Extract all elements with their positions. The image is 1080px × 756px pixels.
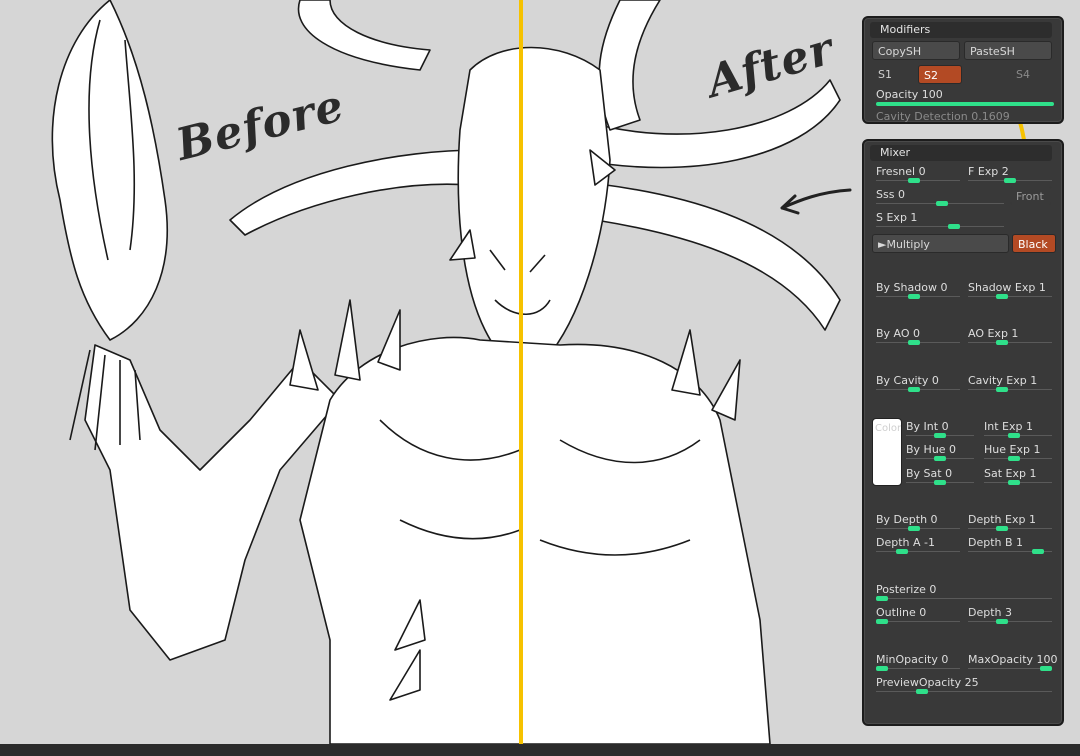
opacity-label: Opacity 100 — [876, 88, 943, 101]
min-opacity-label: MinOpacity 0 — [876, 653, 949, 666]
before-after-divider[interactable] — [519, 0, 523, 756]
ao-exp-slider[interactable]: AO Exp 1 — [968, 327, 1052, 345]
by-ao-slider[interactable]: By AO 0 — [876, 327, 960, 345]
copysh-button[interactable]: CopySH — [872, 41, 960, 60]
pointer-arrow-icon — [780, 188, 852, 215]
by-cavity-slider[interactable]: By Cavity 0 — [876, 374, 960, 392]
by-sat-slider[interactable]: By Sat 0 — [906, 467, 974, 485]
color-swatch-label: Color — [875, 423, 902, 434]
by-depth-label: By Depth 0 — [876, 513, 938, 526]
by-hue-slider[interactable]: By Hue 0 — [906, 443, 974, 461]
preview-opacity-label: PreviewOpacity 25 — [876, 676, 979, 689]
sat-exp-slider[interactable]: Sat Exp 1 — [984, 467, 1052, 485]
cavity-exp-label: Cavity Exp 1 — [968, 374, 1038, 387]
blend-mode-dropdown[interactable]: ►Multiply — [872, 234, 1009, 253]
hue-exp-slider[interactable]: Hue Exp 1 — [984, 443, 1052, 461]
mixer-title: Mixer — [870, 145, 1052, 161]
by-hue-label: By Hue 0 — [906, 443, 957, 456]
color-swatch[interactable]: Color — [872, 418, 902, 486]
pastesh-button[interactable]: PasteSH — [964, 41, 1052, 60]
min-opacity-slider[interactable]: MinOpacity 0 — [876, 653, 960, 671]
depth-b-label: Depth B 1 — [968, 536, 1024, 549]
fresnel-label: Fresnel 0 — [876, 165, 926, 178]
black-color-button[interactable]: Black — [1012, 234, 1056, 253]
shadow-exp-slider[interactable]: Shadow Exp 1 — [968, 281, 1052, 299]
posterize-label: Posterize 0 — [876, 583, 937, 596]
hue-exp-label: Hue Exp 1 — [984, 443, 1041, 456]
by-cavity-label: By Cavity 0 — [876, 374, 939, 387]
s-exp-label: S Exp 1 — [876, 211, 918, 224]
max-opacity-slider[interactable]: MaxOpacity 100 — [968, 653, 1058, 671]
depth-exp-slider[interactable]: Depth Exp 1 — [968, 513, 1052, 531]
opacity-fill — [876, 102, 1054, 106]
cavity-exp-slider[interactable]: Cavity Exp 1 — [968, 374, 1052, 392]
depth-slider[interactable]: Depth 3 — [968, 606, 1052, 624]
s2-slot[interactable]: S2 — [918, 65, 962, 84]
preview-opacity-slider[interactable]: PreviewOpacity 25 — [876, 676, 1052, 694]
cavity-detection-label: Cavity Detection 0.1609 — [876, 110, 1010, 123]
front-button[interactable]: Front — [1010, 186, 1052, 205]
f-exp-label: F Exp 2 — [968, 165, 1009, 178]
depth-b-slider[interactable]: Depth B 1 — [968, 536, 1052, 554]
by-sat-label: By Sat 0 — [906, 467, 953, 480]
bottom-bar — [0, 744, 1080, 756]
sat-exp-label: Sat Exp 1 — [984, 467, 1037, 480]
int-exp-slider[interactable]: Int Exp 1 — [984, 420, 1052, 438]
depth-label: Depth 3 — [968, 606, 1012, 619]
modifiers-panel: Modifiers CopySH PasteSH S1 S2 S4 Opacit… — [862, 16, 1064, 124]
s1-slot[interactable]: S1 — [878, 68, 892, 81]
sss-label: Sss 0 — [876, 188, 905, 201]
outline-label: Outline 0 — [876, 606, 927, 619]
depth-exp-label: Depth Exp 1 — [968, 513, 1036, 526]
shadow-exp-label: Shadow Exp 1 — [968, 281, 1046, 294]
depth-a-slider[interactable]: Depth A -1 — [876, 536, 960, 554]
posterize-slider[interactable]: Posterize 0 — [876, 583, 1052, 601]
s4-slot[interactable]: S4 — [1016, 68, 1030, 81]
int-exp-label: Int Exp 1 — [984, 420, 1033, 433]
ao-exp-label: AO Exp 1 — [968, 327, 1019, 340]
cavity-detection-slider[interactable]: Cavity Detection 0.1609 — [876, 110, 1054, 123]
by-ao-label: By AO 0 — [876, 327, 921, 340]
mixer-panel: Mixer Fresnel 0 F Exp 2 Sss 0 Front S Ex… — [862, 139, 1064, 726]
fresnel-slider[interactable]: Fresnel 0 — [876, 165, 960, 183]
by-shadow-slider[interactable]: By Shadow 0 — [876, 281, 960, 299]
f-exp-slider[interactable]: F Exp 2 — [968, 165, 1052, 183]
depth-a-label: Depth A -1 — [876, 536, 935, 549]
by-int-label: By Int 0 — [906, 420, 949, 433]
outline-slider[interactable]: Outline 0 — [876, 606, 960, 624]
s-exp-slider[interactable]: S Exp 1 — [876, 211, 1004, 229]
sss-slider[interactable]: Sss 0 — [876, 188, 1004, 206]
by-int-slider[interactable]: By Int 0 — [906, 420, 974, 438]
modifiers-title: Modifiers — [870, 22, 1052, 38]
by-shadow-label: By Shadow 0 — [876, 281, 948, 294]
by-depth-slider[interactable]: By Depth 0 — [876, 513, 960, 531]
max-opacity-label: MaxOpacity 100 — [968, 653, 1058, 666]
